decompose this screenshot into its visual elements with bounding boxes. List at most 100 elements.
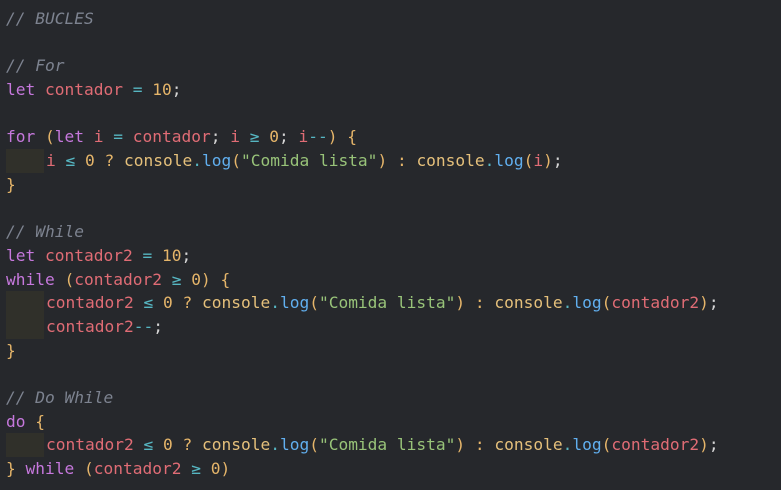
code-line[interactable]: i ≤ 0 ? console.log("Comida lista") : co… [0, 149, 781, 173]
token-punc: ; [708, 435, 719, 455]
token-num: 0 [191, 269, 201, 289]
token-fn: log [572, 435, 602, 455]
code-line[interactable]: ​ [0, 362, 781, 386]
token-punc: ; [171, 80, 182, 100]
token-brace: { [35, 411, 45, 431]
token-tern: : [474, 435, 485, 455]
token-punc: ; [153, 316, 163, 336]
token-punc: ; [552, 151, 563, 171]
token-brace: { [347, 127, 357, 147]
token-punc: ; [210, 127, 221, 147]
code-line[interactable]: // While [0, 220, 781, 244]
token-var: contador2 [46, 293, 134, 313]
token-obj: console [201, 293, 271, 313]
code-line[interactable]: // For [0, 54, 781, 78]
code-line[interactable]: } [0, 173, 781, 197]
token-brace: } [6, 174, 16, 194]
token-num: 0 [162, 435, 173, 455]
token-var: contador2 [74, 269, 162, 289]
code-line[interactable]: for (let i = contador; i ≥ 0; i--) { [0, 125, 781, 149]
token-num: 0 [162, 293, 173, 313]
token-var: contador2 [46, 316, 134, 336]
token-op: = [142, 245, 153, 265]
token-str: "Comida lista" [318, 435, 456, 455]
token-brace: } [6, 459, 16, 479]
code-line[interactable]: } while (contador2 ≥ 0) [0, 457, 781, 481]
token-num: 0 [210, 459, 221, 479]
token-paren: ( [64, 269, 75, 289]
code-line[interactable]: let contador = 10; [0, 78, 781, 102]
token-var: i [46, 151, 56, 171]
token-var: i [93, 127, 104, 147]
code-line[interactable]: let contador2 = 10; [0, 244, 781, 268]
token-op: ≥ [171, 269, 182, 289]
indent-guide [6, 314, 44, 339]
token-num: 0 [269, 127, 279, 147]
token-paren: ) [327, 127, 338, 147]
token-punc: ; [181, 245, 192, 265]
token-obj: console [416, 151, 485, 171]
token-str: "Comida lista" [318, 293, 456, 313]
code-line[interactable]: } [0, 339, 781, 363]
token-comment: // While [6, 222, 84, 242]
code-line[interactable]: while (contador2 ≥ 0) { [0, 268, 781, 292]
token-paren: ) [455, 293, 466, 313]
token-paren: ) [699, 435, 709, 455]
code-line[interactable]: ​ [0, 102, 781, 126]
token-var: contador2 [611, 293, 700, 313]
token-dot: . [192, 151, 202, 171]
code-line[interactable]: contador2 ≤ 0 ? console.log("Comida list… [0, 433, 781, 458]
indent-guide [6, 149, 44, 173]
code-line[interactable]: contador2 ≤ 0 ? console.log("Comida list… [0, 291, 781, 315]
token-paren: ( [523, 151, 534, 171]
token-obj: console [201, 435, 271, 455]
token-op: ≤ [65, 151, 76, 171]
code-line[interactable]: contador2--; [0, 314, 781, 339]
token-tern: : [396, 151, 407, 171]
token-tern: ? [182, 435, 193, 455]
code-line[interactable]: // BUCLES [0, 7, 781, 31]
token-op: -- [133, 316, 154, 336]
token-paren: ( [231, 151, 241, 171]
token-kw: while [6, 269, 55, 289]
token-obj: console [494, 435, 563, 455]
code-line[interactable]: // Do While [0, 386, 781, 410]
token-dot: . [562, 435, 573, 455]
token-tern: ? [104, 151, 115, 171]
token-var: i [230, 127, 240, 147]
token-paren: ) [455, 435, 466, 455]
code-line[interactable]: do { [0, 410, 781, 434]
token-var: contador2 [611, 435, 700, 455]
token-paren: ( [601, 435, 612, 455]
token-var: i [533, 151, 544, 171]
token-paren: ) [543, 151, 553, 171]
token-op: ≥ [249, 127, 260, 147]
token-paren: ( [45, 127, 55, 147]
code-line[interactable]: ​ [0, 197, 781, 221]
token-op: ≤ [143, 293, 154, 313]
code-line[interactable]: ​ [0, 31, 781, 55]
token-brace: { [220, 269, 231, 289]
code-editor[interactable]: // BUCLES​// Forlet contador = 10;​for (… [0, 0, 781, 490]
